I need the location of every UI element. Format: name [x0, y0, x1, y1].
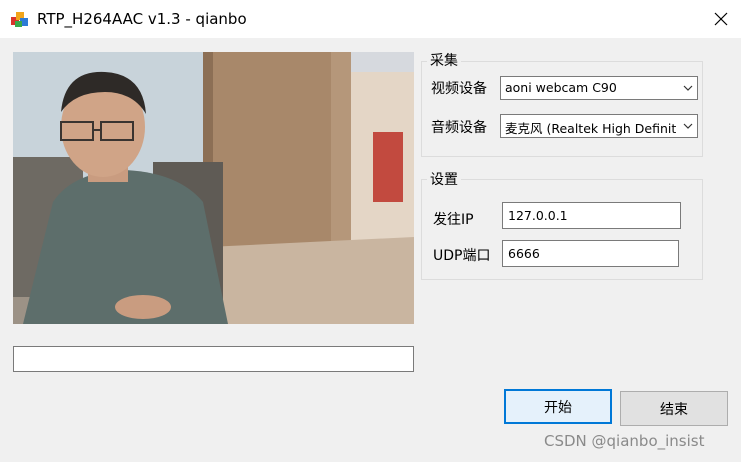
settings-group-label: 设置	[427, 169, 461, 189]
chevron-down-icon	[683, 85, 693, 91]
window-title: RTP_H264AAC v1.3 - qianbo	[37, 10, 247, 28]
watermark-text: CSDN @qianbo_insist	[544, 432, 705, 450]
port-input[interactable]: 6666	[502, 240, 679, 267]
ip-value: 127.0.0.1	[508, 208, 568, 223]
ip-input[interactable]: 127.0.0.1	[502, 202, 681, 229]
audio-device-value: 麦克风 (Realtek High Definitio	[505, 121, 677, 136]
audio-device-label: 音频设备	[431, 120, 487, 136]
port-value: 6666	[508, 246, 540, 261]
close-icon	[714, 12, 727, 26]
title-bar: RTP_H264AAC v1.3 - qianbo	[0, 0, 741, 38]
audio-device-select[interactable]: 麦克风 (Realtek High Definitio	[500, 114, 698, 138]
close-button[interactable]	[700, 0, 741, 38]
video-preview	[13, 52, 414, 324]
start-button[interactable]: 开始	[504, 389, 612, 424]
video-device-label: 视频设备	[431, 81, 487, 97]
video-device-value: aoni webcam C90	[505, 80, 617, 95]
video-device-select[interactable]: aoni webcam C90	[500, 76, 698, 100]
port-label: UDP端口	[433, 248, 491, 264]
ip-label: 发往IP	[433, 212, 474, 228]
capture-group-label: 采集	[427, 50, 461, 70]
chevron-down-icon	[683, 123, 693, 129]
colored-blocks-icon	[11, 12, 28, 27]
status-text-field[interactable]	[13, 346, 414, 372]
camera-frame-image	[13, 52, 414, 324]
stop-button[interactable]: 结束	[620, 391, 728, 426]
